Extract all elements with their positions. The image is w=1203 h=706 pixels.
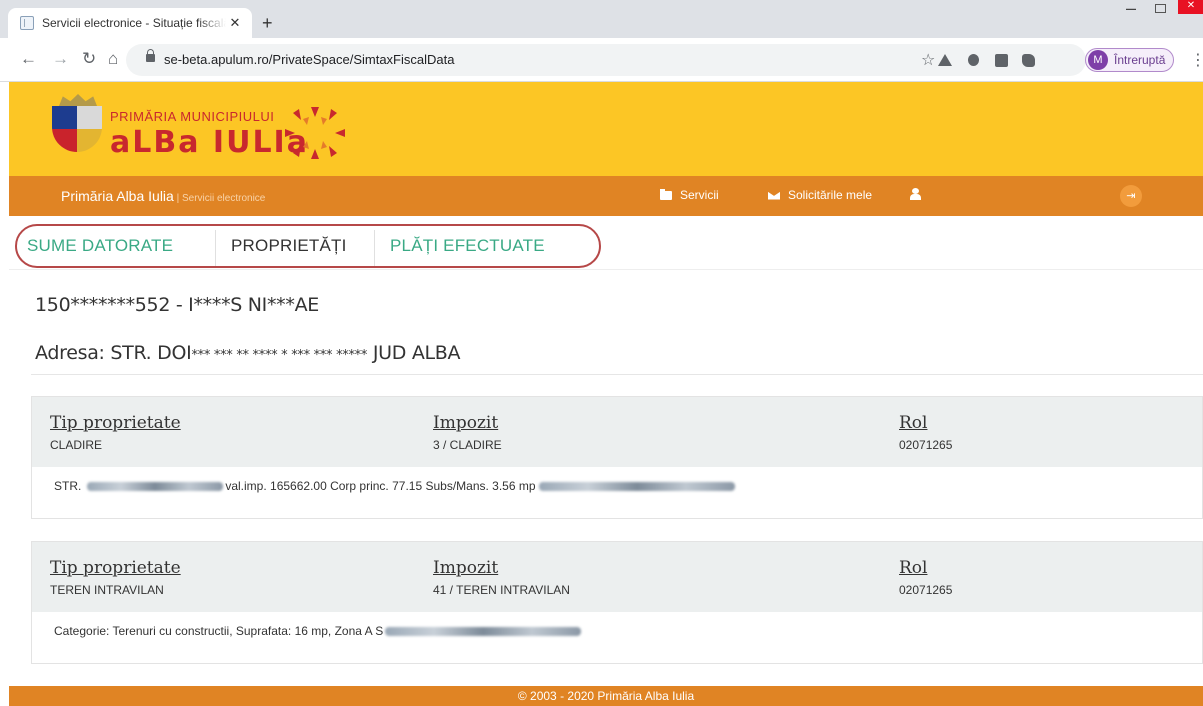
close-window-button[interactable]: ✕ (1178, 0, 1203, 14)
extension-pin-icon[interactable] (968, 54, 981, 67)
browser-toolbar: ← → ↻ ⌂ se-beta.apulum.ro/PrivateSpace/S… (0, 38, 1203, 82)
brand-subtitle: PRIMĂRIA MUNICIPIULUI (110, 109, 275, 124)
rol-value: 02071265 (899, 583, 953, 597)
browser-tab[interactable]: Servicii electronice - Situație fiscală … (8, 8, 252, 38)
property-type-value: TEREN INTRAVILAN (50, 583, 164, 597)
property-card-header: Tip proprietate CLADIRE Impozit 3 / CLADIR… (32, 397, 1202, 467)
extensions-puzzle-icon[interactable] (1022, 54, 1035, 67)
tab-sume-datorate[interactable]: SUME DATORATE (27, 236, 173, 256)
navbar-title[interactable]: Primăria Alba Iulia (61, 188, 174, 204)
property-type-value: CLADIRE (50, 438, 103, 452)
minimize-window-button[interactable]: – (1126, 0, 1136, 19)
extension-facebook-icon[interactable] (995, 54, 1008, 67)
detail-prefix: STR. (54, 479, 82, 493)
lock-icon[interactable] (146, 49, 155, 62)
address-prefix: Adresa: STR. DOI (35, 342, 192, 364)
tax-value: 41 / TEREN INTRAVILAN (433, 583, 570, 597)
col-header-tip[interactable]: Tip proprietate (50, 558, 181, 578)
logout-button[interactable]: ⇥ (1120, 185, 1142, 207)
profile-button[interactable]: M Întreruptă (1085, 48, 1175, 72)
reload-icon[interactable]: ↻ (82, 49, 96, 69)
property-tabs: SUME DATORATE PROPRIETĂȚI PLĂȚI EFECTUAT… (9, 216, 1203, 270)
maximize-window-button[interactable] (1155, 4, 1166, 13)
page-content: PRIMĂRIA MUNICIPIULUI aLBa IULIa Primări… (9, 82, 1203, 706)
page-footer: © 2003 - 2020 Primăria Alba Iulia (9, 686, 1203, 706)
col-header-impozit[interactable]: Impozit (433, 413, 502, 433)
redacted-block (87, 481, 224, 491)
taxpayer-id-name: 150*******552 - I****S NI***AE (35, 294, 319, 316)
site-banner: PRIMĂRIA MUNICIPIULUI aLBa IULIa (9, 82, 1203, 176)
col-header-tip[interactable]: Tip proprietate (50, 413, 181, 433)
address-suffix: JUD ALBA (367, 342, 461, 364)
detail-text: val.imp. 165662.00 Corp princ. 77.15 Sub… (225, 479, 536, 493)
back-arrow-icon[interactable]: ← (20, 49, 37, 69)
page-favicon-icon (20, 16, 34, 30)
address-masked: *** *** ** **** * *** *** ***** (191, 348, 368, 363)
col-header-rol[interactable]: Rol (899, 558, 952, 578)
tab-divider (215, 230, 216, 266)
folder-icon (660, 188, 672, 200)
rol-value: 02071265 (899, 438, 953, 452)
profile-avatar: M (1088, 50, 1108, 70)
col-header-impozit[interactable]: Impozit (433, 558, 570, 578)
navbar-subtitle: | Servicii electronice (173, 193, 266, 204)
nav-item-servicii[interactable]: Servicii (660, 188, 719, 202)
property-detail: Categorie: Terenuri cu constructii, Supr… (54, 624, 583, 638)
property-detail: STR. val.imp. 165662.00 Corp princ. 77.1… (54, 479, 737, 493)
detail-prefix: Categorie: Terenuri cu constructii, Supr… (54, 624, 384, 638)
nav-item-account[interactable] (910, 188, 921, 200)
property-card-header: Tip proprietate TEREN INTRAVILAN Impozit 4… (32, 542, 1202, 612)
browser-menu-icon[interactable]: ⋮ (1190, 50, 1203, 70)
new-tab-button[interactable]: + (262, 14, 273, 32)
forward-arrow-icon[interactable]: → (52, 49, 69, 69)
coat-of-arms-icon (52, 94, 104, 152)
property-card: Tip proprietate TEREN INTRAVILAN Impozit 4… (31, 541, 1203, 664)
star-logo-icon (285, 107, 345, 159)
tab-title: Servicii electronice - Situație fiscală (42, 16, 226, 30)
taxpayer-address: Adresa: STR. DOI*** *** ** **** * *** **… (35, 342, 461, 364)
home-icon[interactable]: ⌂ (108, 49, 118, 69)
nav-item-solicitari[interactable]: Solicitările mele (768, 188, 872, 202)
close-tab-icon[interactable]: ✕ (226, 15, 244, 31)
property-card: Tip proprietate CLADIRE Impozit 3 / CLADIR… (31, 396, 1203, 519)
tab-proprietati[interactable]: PROPRIETĂȚI (231, 236, 347, 256)
col-header-rol[interactable]: Rol (899, 413, 952, 433)
bookmark-star-icon[interactable]: ☆ (921, 50, 935, 70)
section-divider (31, 374, 1203, 375)
profile-status: Întreruptă (1114, 53, 1166, 67)
nav-item-label: Solicitările mele (788, 188, 873, 202)
redacted-block (538, 481, 735, 491)
nav-item-label: Servicii (680, 188, 719, 202)
redacted-block (385, 626, 582, 636)
envelope-icon (768, 190, 780, 200)
main-navbar: Primăria Alba Iulia | Servicii electroni… (9, 176, 1203, 216)
tax-value: 3 / CLADIRE (433, 438, 502, 452)
address-bar-url[interactable]: se-beta.apulum.ro/PrivateSpace/SimtaxFis… (164, 52, 454, 67)
tab-plati-efectuate[interactable]: PLĂȚI EFECTUATE (390, 236, 545, 256)
user-icon (910, 188, 921, 200)
extension-drive-icon[interactable] (938, 54, 952, 67)
navbar-brand[interactable]: Primăria Alba Iulia | Servicii electroni… (61, 188, 265, 204)
tab-divider (374, 230, 375, 266)
browser-tabstrip: Servicii electronice - Situație fiscală … (0, 0, 1203, 38)
